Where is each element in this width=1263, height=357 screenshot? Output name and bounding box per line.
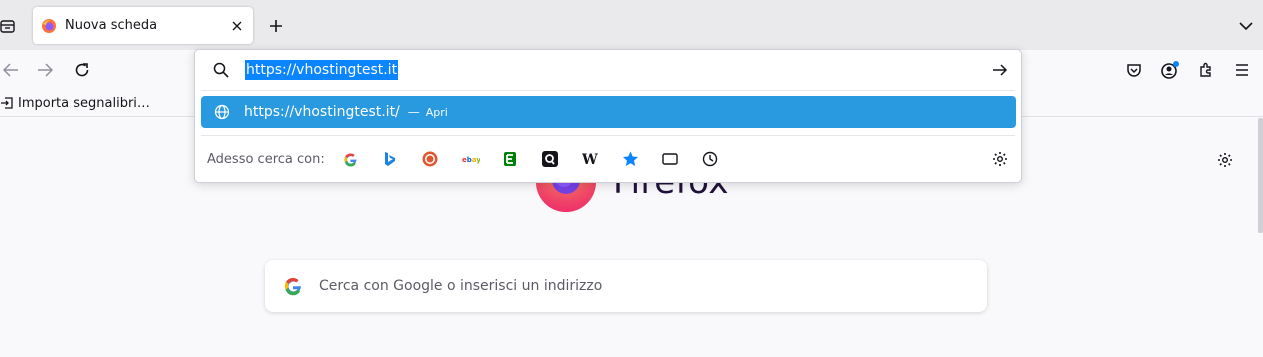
pocket-button[interactable] <box>1121 57 1147 83</box>
urlbar-popup: https://vhostingtest.it https://vhosting… <box>194 49 1022 183</box>
qwant-icon[interactable] <box>541 150 559 168</box>
search-placeholder: Cerca con Google o inserisci un indirizz… <box>319 278 603 294</box>
chevron-down-icon <box>1239 22 1253 31</box>
tab-strip: Nuova scheda <box>0 0 1263 50</box>
ecosia-icon[interactable] <box>501 150 519 168</box>
new-tab-button[interactable] <box>263 13 289 39</box>
scrollbar[interactable] <box>1258 118 1263 233</box>
history-icon[interactable] <box>701 150 719 168</box>
google-icon <box>284 277 301 296</box>
urlbar-result-visit[interactable]: https://vhostingtest.it/ — Apri <box>201 96 1016 128</box>
menu-button[interactable] <box>1229 57 1255 83</box>
url-input[interactable]: https://vhostingtest.it <box>245 60 399 80</box>
account-icon <box>1161 61 1179 79</box>
result-separator: — <box>407 105 420 119</box>
pocket-icon <box>1127 64 1141 77</box>
import-bookmarks-button[interactable]: Importa segnalibri… <box>0 96 150 111</box>
hamburger-menu-icon <box>1236 64 1248 76</box>
back-arrow-icon <box>3 63 18 77</box>
import-bookmarks-label: Importa segnalibri… <box>18 95 150 111</box>
gear-icon <box>1218 153 1232 167</box>
firefox-favicon-icon <box>42 18 56 33</box>
back-button[interactable] <box>0 57 24 83</box>
bing-icon[interactable] <box>381 150 399 168</box>
search-settings-gear-icon[interactable] <box>991 150 1009 168</box>
tab-title: Nuova scheda <box>65 18 158 33</box>
divider <box>201 135 1015 136</box>
account-button[interactable] <box>1157 57 1183 83</box>
extensions-button[interactable] <box>1193 57 1219 83</box>
result-action: Apri <box>425 105 448 119</box>
go-arrow-icon[interactable] <box>991 61 1009 79</box>
forward-arrow-icon <box>38 63 53 77</box>
list-all-tabs-button[interactable] <box>1234 13 1258 39</box>
svg-text:ebay: ebay <box>462 156 480 164</box>
divider <box>201 90 1015 91</box>
close-tab-icon[interactable] <box>225 14 249 38</box>
reload-icon <box>75 63 89 77</box>
tab-new-tab[interactable]: Nuova scheda <box>33 7 253 44</box>
plus-icon <box>270 20 282 32</box>
urlbar[interactable]: https://vhostingtest.it <box>195 50 1021 90</box>
newtab-search-input[interactable]: Cerca con Google o inserisci un indirizz… <box>265 260 987 312</box>
forward-button[interactable] <box>32 57 58 83</box>
svg-text:W: W <box>582 152 598 166</box>
tabs-icon[interactable] <box>661 150 679 168</box>
import-icon <box>1 97 13 109</box>
firefox-view-button[interactable] <box>0 17 16 35</box>
puzzle-icon <box>1200 62 1211 77</box>
google-icon[interactable] <box>341 150 359 168</box>
wikipedia-icon[interactable]: W <box>581 150 599 168</box>
bookmarks-icon[interactable] <box>621 150 639 168</box>
ebay-icon[interactable]: ebay <box>461 150 481 168</box>
search-with-label: Adesso cerca con: <box>207 151 325 167</box>
search-shortcuts: Adesso cerca con: ebay W <box>195 144 1021 174</box>
reload-button[interactable] <box>69 57 95 83</box>
newtab-settings-button[interactable] <box>1213 148 1237 172</box>
result-url: https://vhostingtest.it/ <box>244 104 400 120</box>
globe-icon <box>214 104 230 120</box>
firefox-view-icon <box>0 20 15 33</box>
search-icon <box>213 62 229 78</box>
duckduckgo-icon[interactable] <box>421 150 439 168</box>
